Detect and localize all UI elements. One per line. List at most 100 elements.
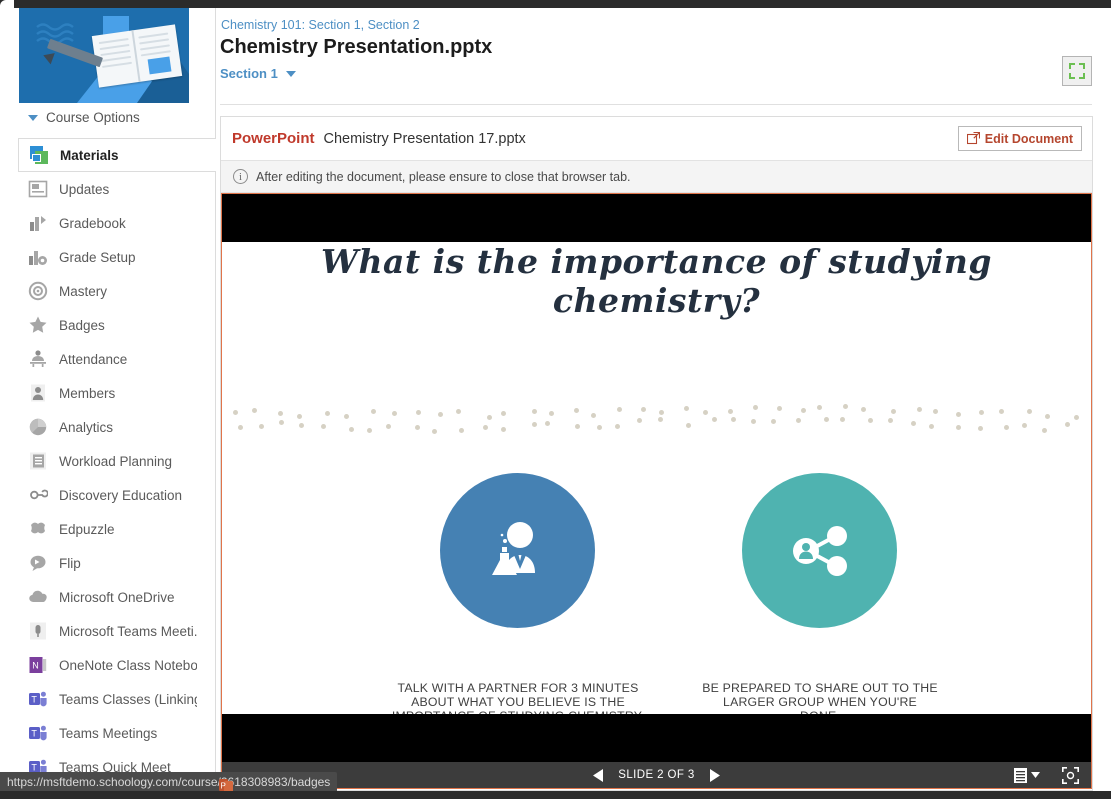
decorative-dot (771, 418, 777, 424)
sidebar-item-analytics[interactable]: Analytics (19, 410, 197, 444)
decorative-dot (801, 407, 807, 413)
course-options-toggle[interactable]: Course Options (19, 107, 197, 128)
decorative-dot (299, 423, 305, 429)
document-notice-text: After editing the document, please ensur… (256, 169, 631, 184)
sidebar-item-label: OneNote Class Notebo... (59, 657, 197, 673)
decorative-dot (1073, 415, 1079, 421)
decorative-dot (532, 408, 538, 414)
sidebar-item-label: Attendance (59, 351, 128, 367)
sidebar-item-discovery-education[interactable]: Discovery Education (19, 478, 197, 512)
section-selector-label: Section 1 (220, 66, 278, 81)
decorative-dot (1065, 422, 1071, 428)
onenote-icon: N (28, 655, 48, 675)
decorative-dot (977, 426, 983, 432)
edit-document-label: Edit Document (984, 131, 1073, 146)
onedrive-cloud-icon (29, 590, 47, 602)
fit-to-screen-icon[interactable] (1062, 766, 1079, 784)
teams-icon: T (29, 725, 47, 741)
sidebar-item-label: Flip (59, 555, 81, 571)
members-person-icon (31, 384, 45, 402)
decorative-dot (348, 426, 354, 432)
sidebar-item-label: Analytics (59, 419, 114, 435)
decorative-dot (574, 408, 580, 414)
decorative-dot (703, 409, 709, 415)
sidebar-item-gradebook[interactable]: Gradebook (19, 206, 197, 240)
decorative-dot (711, 417, 717, 423)
decorative-dot (486, 415, 492, 421)
decorative-dot (928, 424, 934, 430)
decorative-dot (324, 411, 330, 417)
gradebook-icon (28, 213, 48, 233)
teams-meeting-icon (28, 621, 48, 641)
decorative-dot (278, 410, 284, 416)
decorative-dot (344, 413, 350, 419)
sidebar-item-materials[interactable]: Materials (18, 138, 216, 172)
sidebar-item-label: Materials (60, 147, 119, 163)
sidebar-item-attendance[interactable]: Attendance (19, 342, 197, 376)
attendance-icon (30, 350, 46, 367)
chevron-down-icon (285, 70, 296, 77)
decorative-dot (730, 416, 736, 422)
sidebar-item-onenote-class-notebo[interactable]: N OneNote Class Notebo... (19, 648, 197, 682)
decorative-dot (258, 424, 264, 430)
sidebar-item-grade-setup[interactable]: Grade Setup (19, 240, 197, 274)
section-selector[interactable]: Section 1 (220, 66, 296, 81)
notes-menu-button[interactable] (1014, 767, 1040, 783)
decorative-dot (596, 424, 602, 430)
onenote-icon: N (29, 657, 47, 673)
analytics-pie-icon (29, 418, 47, 436)
sidebar-item-label: Edpuzzle (59, 521, 115, 537)
sidebar-item-teams-classes-linking[interactable]: T Teams Classes (Linking) (19, 682, 197, 716)
decorative-dot (459, 427, 465, 433)
edpuzzle-icon (31, 522, 45, 534)
teams-meeting-icon (30, 622, 46, 640)
previous-slide-icon[interactable] (593, 768, 604, 782)
sidebar-item-updates[interactable]: Updates (19, 172, 197, 206)
sidebar-item-label: Grade Setup (59, 249, 136, 265)
onedrive-cloud-icon (28, 587, 48, 607)
decorative-dot (370, 409, 376, 415)
fullscreen-expand-icon[interactable] (1062, 56, 1092, 86)
decorative-dot (617, 406, 623, 412)
sidebar-item-badges[interactable]: Badges (19, 308, 197, 342)
decorative-dot (752, 404, 758, 410)
sidebar-item-mastery[interactable]: Mastery (19, 274, 197, 308)
decorative-dot (685, 422, 691, 428)
sidebar-item-members[interactable]: Members (19, 376, 197, 410)
slide-viewport[interactable]: TALK WITH A PARTNER FOR 3 MINUTES ABOUT … (221, 193, 1092, 789)
decorative-dot (437, 412, 443, 418)
mastery-icon (28, 281, 48, 301)
slide-letterbox-top (222, 194, 1091, 242)
decorative-dot (233, 409, 239, 415)
document-header: PowerPoint Chemistry Presentation 17.ppt… (221, 117, 1092, 161)
updates-icon (28, 179, 48, 199)
breadcrumb[interactable]: Chemistry 101: Section 1, Section 2 (221, 18, 420, 32)
decorative-dot (500, 426, 506, 432)
edpuzzle-icon (28, 519, 48, 539)
decorative-dot (483, 424, 489, 430)
sidebar-item-label: Microsoft Teams Meeti... (59, 623, 197, 639)
next-slide-icon[interactable] (709, 768, 720, 782)
decorative-dot (531, 422, 537, 428)
page-title: Chemistry Presentation.pptx (220, 36, 493, 58)
status-bar-url: https://msftdemo.schoology.com/course/26… (0, 772, 338, 791)
sidebar-item-microsoft-onedrive[interactable]: Microsoft OneDrive (19, 580, 197, 614)
sidebar-nav: Materials Updates Gradebook Grade Setup Mast… (18, 138, 216, 784)
sidebar-item-label: Microsoft OneDrive (59, 589, 175, 605)
info-icon: i (233, 169, 248, 184)
decorative-dot (416, 410, 422, 416)
teams-icon: T (28, 723, 48, 743)
sidebar-item-workload-planning[interactable]: Workload Planning (19, 444, 197, 478)
decorative-dot (320, 423, 326, 429)
materials-icon (30, 146, 48, 164)
browser-chrome-strip (0, 0, 1111, 8)
sidebar-item-flip[interactable]: Flip (19, 546, 197, 580)
sidebar-item-label: Discovery Education (59, 487, 183, 503)
sidebar-item-teams-meetings[interactable]: T Teams Meetings (19, 716, 197, 750)
tab-corner (0, 0, 14, 8)
sidebar-item-label: Teams Classes (Linking) (59, 691, 197, 707)
sidebar-item-label: Mastery (59, 283, 108, 299)
edit-document-button[interactable]: Edit Document (957, 126, 1082, 151)
sidebar-item-edpuzzle[interactable]: Edpuzzle (19, 512, 197, 546)
sidebar-item-microsoft-teams-meeti[interactable]: Microsoft Teams Meeti... (19, 614, 197, 648)
